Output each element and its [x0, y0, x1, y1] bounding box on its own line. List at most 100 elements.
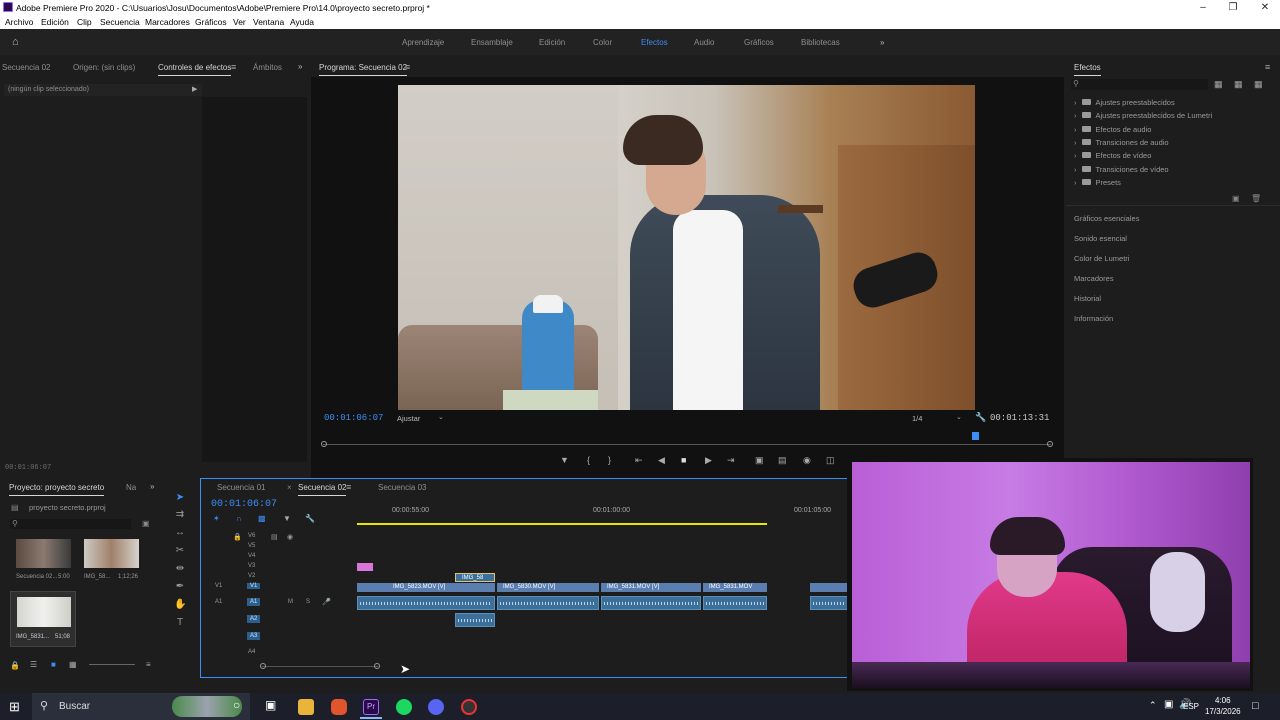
sort-icon[interactable]: ≡	[146, 660, 151, 669]
new-bin-icon[interactable]: ▣	[1232, 194, 1240, 203]
slip-tool-icon[interactable]: ⇹	[174, 563, 186, 575]
minimize-icon[interactable]: –	[1188, 0, 1218, 15]
snap-icon[interactable]: ∩	[236, 514, 242, 523]
menu-marcadores[interactable]: Marcadores	[145, 17, 190, 27]
mark-in-icon[interactable]: {	[587, 455, 590, 465]
source-a1-label[interactable]: A1	[215, 599, 222, 605]
program-scrubber-track[interactable]	[323, 444, 1051, 445]
network-icon[interactable]: ▣	[1164, 699, 1173, 710]
track-v6[interactable]: V6	[248, 533, 255, 539]
graphic-clip[interactable]	[357, 563, 373, 571]
menu-archivo[interactable]: Archivo	[5, 17, 33, 27]
effect-folder-presets-custom[interactable]: › Presets	[1074, 178, 1121, 187]
sequence-menu-icon[interactable]: ≡	[346, 482, 351, 492]
mute-a1[interactable]: M	[288, 599, 293, 605]
lock-icon[interactable]: 🔒	[233, 533, 242, 541]
work-area-bar[interactable]	[357, 523, 767, 525]
project-thumb-3-selected[interactable]: IMG_5831... 51;08	[10, 591, 76, 647]
eye-icon[interactable]: ◉	[287, 533, 293, 541]
workspace-ensamblaje[interactable]: Ensamblaje	[471, 38, 513, 47]
export-frame-icon[interactable]: ◉	[803, 455, 811, 466]
project-thumb-1[interactable]	[16, 539, 71, 568]
menu-ventana[interactable]: Ventana	[253, 17, 284, 27]
track-v1[interactable]: V1	[247, 583, 261, 589]
workspace-audio[interactable]: Audio	[694, 38, 714, 47]
expand-arrow-icon[interactable]: ▶	[192, 85, 197, 93]
file-explorer-icon[interactable]	[298, 699, 314, 715]
nest-toggle-icon[interactable]: ✶	[213, 514, 220, 523]
resolution-dropdown[interactable]: 1/4	[912, 414, 922, 423]
panel-marcadores[interactable]: Marcadores	[1074, 274, 1114, 283]
video-clip-2[interactable]: IMG_5830.MOV [V]	[497, 583, 599, 592]
effect-folder-video-effects[interactable]: › Efectos de vídeo	[1074, 151, 1151, 160]
tab-secuencia-03[interactable]: Secuencia 03	[378, 483, 426, 492]
tab-proyecto[interactable]: Proyecto: proyecto secreto	[9, 483, 105, 496]
panel-historial[interactable]: Historial	[1074, 294, 1101, 303]
workspace-edicion[interactable]: Edición	[539, 38, 565, 47]
track-v3[interactable]: V3	[248, 563, 255, 569]
effect-folder-audio-transitions[interactable]: › Transiciones de audio	[1074, 138, 1169, 147]
effect-folder-video-transitions[interactable]: › Transiciones de vídeo	[1074, 165, 1169, 174]
icon-view-icon[interactable]: ■	[51, 660, 56, 669]
menu-ayuda[interactable]: Ayuda	[290, 17, 314, 27]
go-to-out-icon[interactable]: ⇥	[727, 455, 735, 466]
comparison-view-icon[interactable]: ◫	[826, 455, 835, 466]
more-workspaces-icon[interactable]: »	[880, 38, 884, 47]
stop-icon[interactable]: ■	[681, 455, 686, 465]
panel-graficos-esenciales[interactable]: Gráficos esenciales	[1074, 214, 1139, 223]
tab-ambitos[interactable]: Ámbitos	[253, 63, 282, 72]
language-indicator[interactable]: ESP	[1183, 702, 1199, 711]
home-icon[interactable]: ⌂	[12, 36, 19, 48]
scrollbar-left-handle[interactable]	[260, 663, 266, 669]
tab-controles-efectos[interactable]: Controles de efectos	[158, 63, 232, 76]
tab-secuencia-02[interactable]: Secuencia 02	[2, 63, 50, 72]
hand-tool-icon[interactable]: ✋	[174, 599, 186, 611]
toggle-sync-icon[interactable]: ▤	[271, 533, 278, 541]
tab-navegador[interactable]: Na	[126, 483, 136, 492]
step-forward-icon[interactable]: ▶	[705, 455, 712, 466]
add-marker-icon[interactable]: ▼	[560, 455, 569, 465]
video-clip-1[interactable]: IMG_5823.MOV [V]	[357, 583, 495, 592]
obs-icon[interactable]	[461, 699, 477, 715]
panel-informacion[interactable]: Información	[1074, 314, 1113, 323]
tab-origen[interactable]: Origen: (sin clips)	[73, 63, 135, 72]
audio-clip-a2[interactable]	[455, 613, 495, 627]
workspace-aprendizaje[interactable]: Aprendizaje	[402, 38, 444, 47]
menu-graficos[interactable]: Gráficos	[195, 17, 227, 27]
new-bin-from-search-icon[interactable]: ▣	[142, 519, 150, 528]
audio-clip-4[interactable]	[703, 596, 767, 610]
track-v5[interactable]: V5	[248, 543, 255, 549]
panel-color-lumetri[interactable]: Color de Lumetri	[1074, 254, 1129, 263]
32bit-effects-icon[interactable]: ▦	[1234, 79, 1243, 90]
workspace-bibliotecas[interactable]: Bibliotecas	[801, 38, 840, 47]
program-menu-icon[interactable]: ≡	[405, 62, 410, 72]
premiere-taskbar-icon[interactable]: Pr	[363, 699, 379, 715]
panel-menu-icon[interactable]: ≡	[231, 62, 236, 72]
close-icon[interactable]: ✕	[1250, 0, 1280, 15]
track-a4[interactable]: A4	[248, 649, 255, 655]
go-to-in-icon[interactable]: ⇤	[635, 455, 643, 466]
track-a2[interactable]: A2	[247, 615, 261, 623]
effects-search-input[interactable]: ⚲	[1071, 79, 1208, 90]
timeline-timecode[interactable]: 00:01:06:07	[211, 499, 277, 510]
linked-selection-icon[interactable]: ▩	[258, 514, 266, 523]
menu-edicion[interactable]: Edición	[41, 17, 69, 27]
maximize-icon[interactable]: ❐	[1218, 0, 1248, 15]
track-select-tool-icon[interactable]: ⇉	[174, 509, 186, 521]
mark-out-icon[interactable]: }	[608, 455, 611, 465]
show-hidden-icons-icon[interactable]: ⌃	[1149, 700, 1157, 711]
pen-tool-icon[interactable]: ✒	[174, 581, 186, 593]
panel-sonido-esencial[interactable]: Sonido esencial	[1074, 234, 1127, 243]
workspace-efectos[interactable]: Efectos	[641, 38, 668, 47]
cortana-icon[interactable]: ○	[233, 698, 240, 712]
track-a1[interactable]: A1	[247, 598, 261, 606]
source-v1-label[interactable]: V1	[215, 583, 222, 589]
selection-tool-icon[interactable]: ➤	[174, 492, 186, 504]
project-thumb-2[interactable]	[84, 539, 139, 568]
discord-icon[interactable]	[428, 699, 444, 715]
effect-folder-presets[interactable]: › Ajustes preestablecidos	[1074, 98, 1175, 107]
track-a3[interactable]: A3	[247, 632, 261, 640]
audio-clip-2[interactable]	[497, 596, 599, 610]
program-timecode[interactable]: 00:01:06:07	[324, 413, 383, 423]
freeform-view-icon[interactable]: ▦	[69, 660, 77, 669]
